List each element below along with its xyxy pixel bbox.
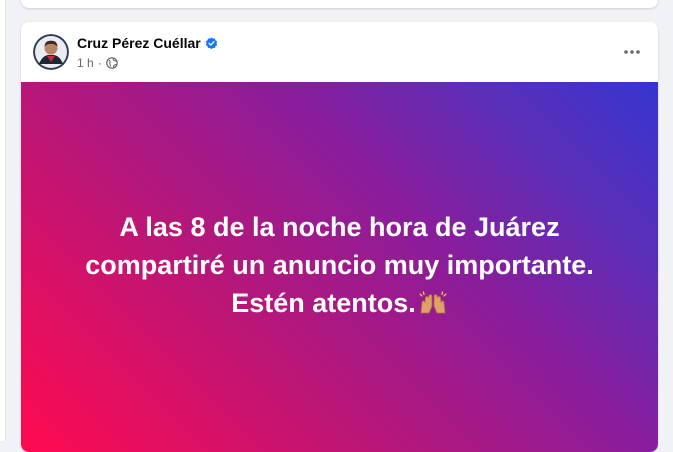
post-body-line-3-text: Estén atentos. [231, 288, 416, 318]
author-line: Cruz Pérez Cuéllar [77, 34, 218, 52]
post-body-line-2: compartiré un anuncio muy importante. [85, 250, 594, 280]
more-options-button[interactable] [614, 34, 650, 70]
left-panel-edge [0, 0, 6, 441]
post-header: Cruz Pérez Cuéllar 1 h · [21, 22, 658, 82]
post-background-text: A las 8 de la noche hora de Juárez compa… [21, 82, 658, 452]
meta-separator: · [97, 56, 102, 70]
verified-badge-icon [205, 36, 218, 50]
post-meta: 1 h · [77, 55, 118, 71]
previous-post-card-bottom [21, 0, 658, 8]
author-avatar[interactable] [33, 34, 69, 70]
post-body-line-1: A las 8 de la noche hora de Juárez [119, 212, 560, 242]
post-body-line-3: Estén atentos. [60, 284, 620, 322]
post-timestamp[interactable]: 1 h [77, 56, 94, 70]
globe-icon[interactable] [105, 57, 118, 69]
author-name[interactable]: Cruz Pérez Cuéllar [77, 35, 201, 51]
post-body: A las 8 de la noche hora de Juárez compa… [60, 208, 620, 322]
more-options-icon [624, 50, 640, 54]
post-card: Cruz Pérez Cuéllar 1 h · A las 8 de la n… [21, 22, 658, 452]
raising-hands-icon [418, 287, 448, 314]
